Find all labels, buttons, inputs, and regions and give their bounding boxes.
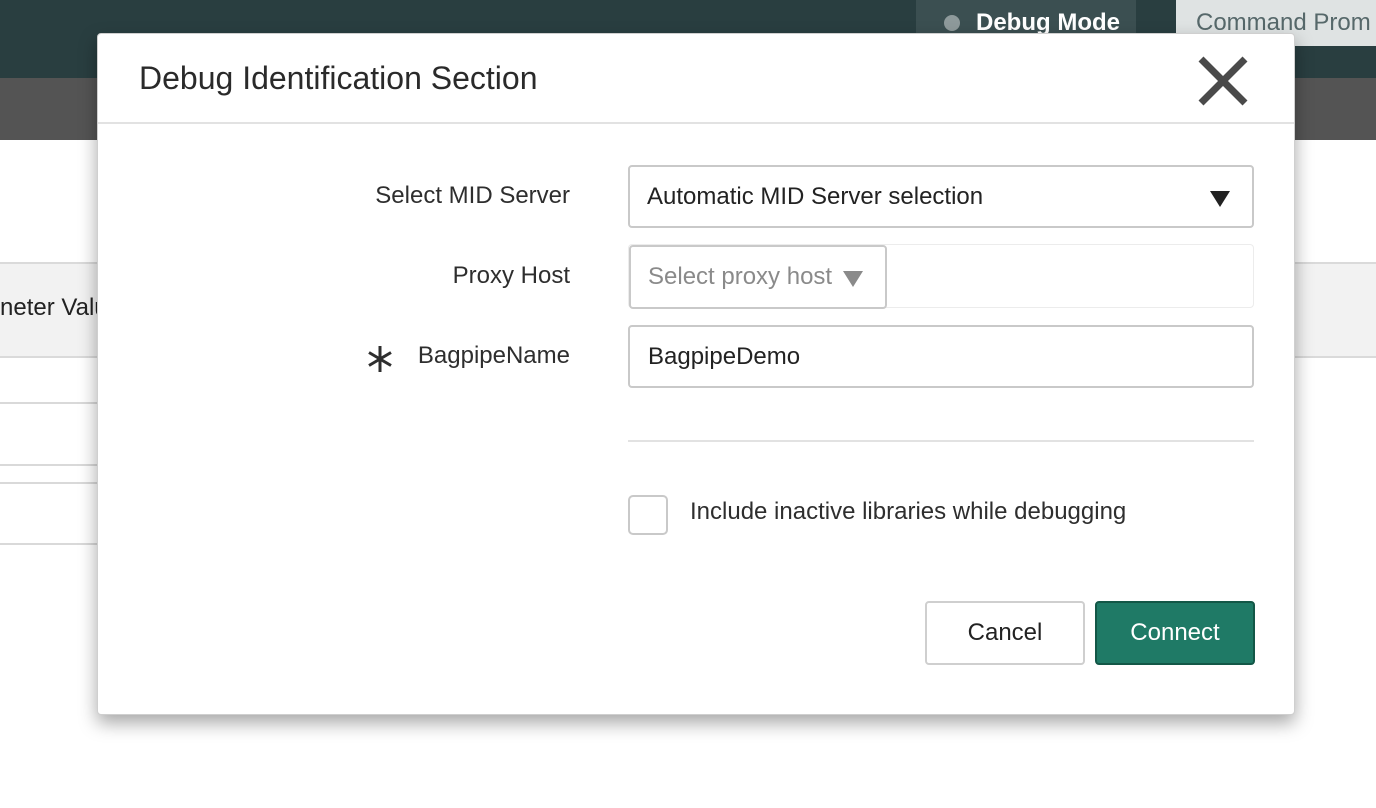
triangle-down-icon — [843, 271, 863, 287]
include-inactive-libraries-checkbox[interactable] — [628, 495, 668, 535]
include-inactive-libraries-label[interactable]: Include inactive libraries while debuggi… — [690, 498, 1126, 526]
bagpipe-name-input[interactable] — [628, 325, 1254, 388]
triangle-down-icon — [1210, 191, 1230, 207]
background-column-header: neter Valu — [0, 294, 108, 321]
proxy-host-select[interactable]: Select proxy host — [629, 245, 887, 309]
dialog-header: Debug Identification Section — [98, 34, 1294, 124]
connect-button[interactable]: Connect — [1095, 601, 1255, 665]
dialog-title: Debug Identification Section — [139, 60, 538, 96]
bagpipe-name-label: BagpipeName — [417, 342, 570, 369]
mid-server-selected-value: Automatic MID Server selection — [647, 182, 984, 210]
debug-identification-dialog: Debug Identification Section Select MID … — [97, 33, 1295, 715]
mid-server-select[interactable]: Automatic MID Server selection — [628, 165, 1254, 228]
table-row-divider — [0, 543, 100, 545]
status-dot-icon — [944, 15, 960, 31]
mid-server-label: Select MID Server — [375, 182, 570, 209]
table-row-divider — [0, 464, 100, 466]
form-divider — [628, 440, 1254, 442]
table-row-divider — [0, 482, 100, 484]
close-icon — [1198, 56, 1248, 106]
cancel-button[interactable]: Cancel — [925, 601, 1085, 665]
proxy-host-placeholder: Select proxy host — [648, 263, 833, 290]
table-row-divider — [0, 402, 100, 404]
proxy-host-label: Proxy Host — [452, 262, 570, 289]
close-button[interactable] — [1196, 54, 1250, 108]
proxy-host-field: Select proxy host — [628, 244, 1254, 309]
